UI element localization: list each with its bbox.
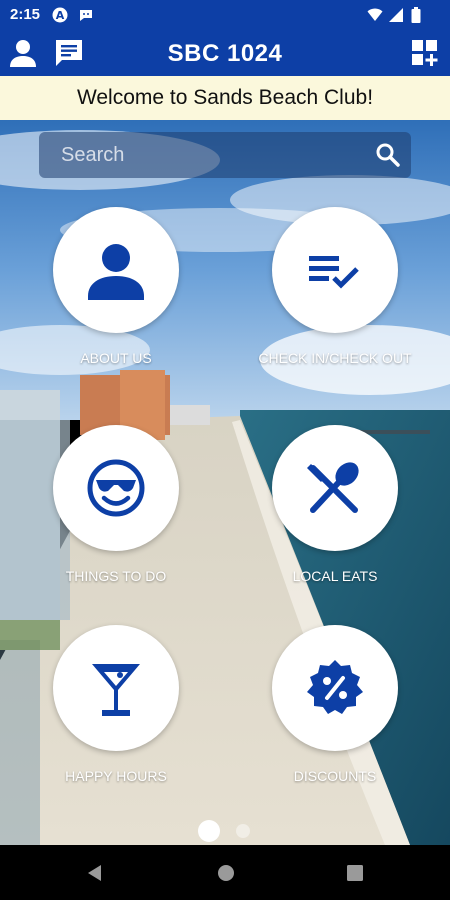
tile-label: LOCAL EATS	[292, 568, 378, 584]
app-bar: SBC 1024	[0, 30, 450, 76]
tile-label: CHECK IN/CHECK OUT	[258, 350, 412, 366]
page-dot-active[interactable]	[198, 820, 220, 842]
about-us-button[interactable]	[53, 207, 179, 333]
tile-label: ABOUT US	[80, 350, 152, 366]
discounts-button[interactable]	[272, 625, 398, 751]
check-in-check-out-button[interactable]	[272, 207, 398, 333]
page-indicator	[0, 820, 450, 844]
tile-things-to-do[interactable]: THINGS TO DO	[53, 425, 179, 584]
tile-happy-hours[interactable]: HAPPY HOURS	[53, 625, 179, 784]
local-eats-button[interactable]	[272, 425, 398, 551]
chat-notification-icon	[80, 10, 92, 21]
at-symbol-icon: A	[52, 7, 68, 23]
search-placeholder: Search	[61, 144, 125, 166]
person-icon	[88, 244, 144, 300]
add-dashboard-icon[interactable]	[410, 38, 440, 68]
search-bar[interactable]: Search	[39, 132, 411, 178]
checklist-icon	[309, 256, 359, 289]
welcome-banner: Welcome to Sands Beach Club!	[0, 76, 450, 120]
status-bar: 2:15 A	[0, 0, 450, 30]
status-time: 2:15	[10, 6, 41, 23]
tile-discounts[interactable]: DISCOUNTS	[272, 625, 398, 784]
search-icon[interactable]	[375, 142, 401, 168]
page-dot[interactable]	[236, 824, 250, 838]
tile-about-us[interactable]: ABOUT US	[53, 207, 179, 366]
tile-label: HAPPY HOURS	[65, 768, 167, 784]
back-icon[interactable]	[85, 863, 105, 883]
discount-badge-icon	[307, 660, 363, 714]
home-icon[interactable]	[216, 863, 236, 883]
wifi-icon	[367, 8, 383, 21]
app-title: SBC 1024	[167, 40, 283, 67]
signal-icon	[389, 8, 403, 22]
tile-local-eats[interactable]: LOCAL EATS	[272, 425, 398, 584]
happy-hours-button[interactable]	[53, 625, 179, 751]
tile-check-in-check-out[interactable]: CHECK IN/CHECK OUT	[258, 207, 412, 366]
tile-label: THINGS TO DO	[65, 568, 167, 584]
martini-icon	[92, 664, 140, 716]
tile-label: DISCOUNTS	[293, 768, 377, 784]
things-to-do-button[interactable]	[53, 425, 179, 551]
svg-text:A: A	[56, 9, 65, 22]
recents-icon[interactable]	[345, 863, 365, 883]
fork-spoon-icon	[307, 462, 359, 513]
system-nav-bar	[0, 845, 450, 900]
battery-icon	[411, 7, 421, 23]
sunglasses-face-icon	[87, 459, 145, 517]
